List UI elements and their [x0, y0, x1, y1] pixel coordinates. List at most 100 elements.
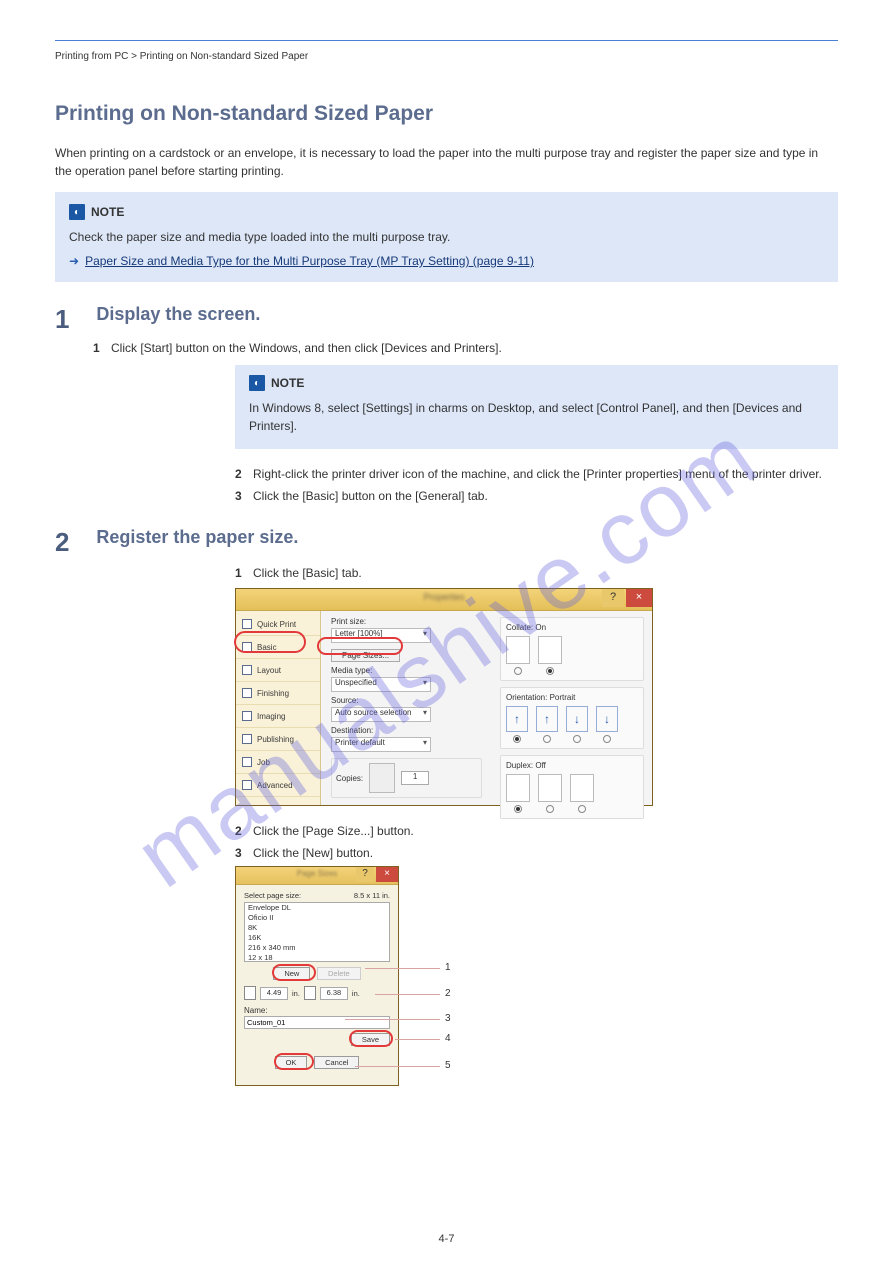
note-icon: ◐	[249, 375, 265, 391]
height-icon	[304, 986, 316, 1000]
copies-preview-icon	[369, 763, 395, 793]
height-input[interactable]: 6.38	[320, 987, 348, 1000]
destination-label: Destination:	[331, 726, 482, 735]
step2-item3: Click the [New] button.	[253, 846, 373, 860]
page-number: 4-7	[0, 1233, 893, 1245]
step2-item2: Click the [Page Size...] button.	[253, 824, 414, 838]
page-sizes-dialog: Page Sizes ? × Select page size: 8.5 x 1…	[235, 866, 399, 1086]
help-button[interactable]: ?	[602, 589, 624, 607]
width-input[interactable]: 4.49	[260, 987, 288, 1000]
copies-input[interactable]: 1	[401, 771, 429, 785]
advanced-icon	[242, 780, 252, 790]
imaging-icon	[242, 711, 252, 721]
callout-4: 4	[445, 1033, 451, 1044]
page-sizes-button[interactable]: Page Sizes...	[331, 649, 400, 662]
sidebar-item-basic[interactable]: Basic	[236, 636, 320, 659]
intro-text: When printing on a cardstock or an envel…	[55, 144, 838, 180]
list-item[interactable]: 16K	[245, 933, 389, 943]
orientation-label: Orientation: Portrait	[506, 693, 638, 702]
inner-note-text: In Windows 8, select [Settings] in charm…	[249, 399, 824, 435]
page-size-list[interactable]: Envelope DL Oficio II 8K 16K 216 x 340 m…	[244, 902, 390, 962]
callout-1: 1	[445, 962, 451, 973]
sidebar-item-quickprint[interactable]: Quick Print	[236, 613, 320, 636]
save-button[interactable]: Save	[351, 1033, 390, 1046]
select-page-size-dims: 8.5 x 11 in.	[354, 891, 390, 900]
list-item[interactable]: Envelope DL	[245, 903, 389, 913]
orientation-portrait-icon[interactable]: ↑	[506, 706, 528, 732]
duplex-label: Duplex: Off	[506, 761, 638, 770]
callout-2: 2	[445, 988, 451, 999]
width-unit: in.	[292, 989, 300, 998]
duplex-off-icon[interactable]	[506, 774, 530, 802]
collate-icon-off[interactable]	[506, 636, 530, 664]
media-type-label: Media type:	[331, 666, 482, 675]
orientation-rot2-icon[interactable]: ↓	[596, 706, 618, 732]
step2-number: 2	[55, 527, 93, 558]
duplex-short-icon[interactable]	[570, 774, 594, 802]
arrow-icon: ➜	[69, 254, 79, 268]
ok-button[interactable]: OK	[275, 1056, 308, 1069]
job-icon	[242, 757, 252, 767]
duplex-long-icon[interactable]	[538, 774, 562, 802]
header-left: Printing from PC > Printing on Non-stand…	[55, 51, 308, 62]
dialog2-titlebar[interactable]: Page Sizes ? ×	[236, 867, 398, 885]
list-item[interactable]: 8K	[245, 923, 389, 933]
sidebar-item-finishing[interactable]: Finishing	[236, 682, 320, 705]
callout-lead-5	[355, 1066, 440, 1067]
note-bullet: Check the paper size and media type load…	[69, 228, 824, 246]
section-title: Printing on Non-standard Sized Paper	[55, 102, 838, 126]
step1-number: 1	[55, 304, 93, 335]
callout-lead-3	[345, 1019, 440, 1020]
step2-title: Register the paper size.	[96, 527, 298, 548]
step1-item1: Click [Start] button on the Windows, and…	[111, 341, 502, 355]
new-button[interactable]: New	[273, 967, 310, 980]
help-button[interactable]: ?	[356, 867, 374, 882]
media-type-select[interactable]: Unspecified	[331, 677, 431, 692]
step1-item3: Click the [Basic] button on the [General…	[253, 489, 488, 503]
delete-button[interactable]: Delete	[317, 967, 361, 980]
note-icon: ◐	[69, 204, 85, 220]
step1-item2: Right-click the printer driver icon of t…	[253, 467, 822, 481]
quickprint-icon	[242, 619, 252, 629]
sidebar-item-imaging[interactable]: Imaging	[236, 705, 320, 728]
select-page-size-label: Select page size:	[244, 891, 301, 900]
orientation-rot1-icon[interactable]: ↓	[566, 706, 588, 732]
sidebar-item-job[interactable]: Job	[236, 751, 320, 774]
print-size-label: Print size:	[331, 617, 482, 626]
list-item[interactable]: 216 x 340 mm	[245, 943, 389, 953]
list-item[interactable]: Oficio II	[245, 913, 389, 923]
close-button[interactable]: ×	[626, 589, 652, 607]
step1-item3-num: 3	[235, 489, 253, 503]
list-item[interactable]: 12 x 18	[245, 953, 389, 962]
note-title: NOTE	[91, 205, 124, 219]
print-size-select[interactable]: Letter [100%]	[331, 628, 431, 643]
sidebar-item-publishing[interactable]: Publishing	[236, 728, 320, 751]
publishing-icon	[242, 734, 252, 744]
close-button[interactable]: ×	[376, 867, 398, 882]
layout-icon	[242, 665, 252, 675]
source-label: Source:	[331, 696, 482, 705]
print-properties-dialog: Properties ? × Quick Print Basic Layout …	[235, 588, 653, 806]
callout-lead-4	[395, 1039, 440, 1040]
dialog-title: Properties	[423, 592, 464, 602]
source-select[interactable]: Auto source selection	[331, 707, 431, 722]
copies-label: Copies:	[336, 774, 363, 783]
step2-item2-num: 2	[235, 824, 253, 838]
callout-5: 5	[445, 1060, 451, 1071]
collate-icon-on[interactable]	[538, 636, 562, 664]
cancel-button[interactable]: Cancel	[314, 1056, 359, 1069]
sidebar-item-advanced[interactable]: Advanced	[236, 774, 320, 797]
note-link[interactable]: Paper Size and Media Type for the Multi …	[85, 254, 534, 268]
collate-label: Collate: On	[506, 623, 638, 632]
sidebar-item-layout[interactable]: Layout	[236, 659, 320, 682]
step1-item1-num: 1	[93, 341, 111, 355]
dialog-titlebar[interactable]: Properties ? ×	[236, 589, 652, 611]
note-box: ◐ NOTE Check the paper size and media ty…	[55, 192, 838, 282]
step2-item1-num: 1	[235, 566, 253, 580]
name-input[interactable]	[244, 1016, 390, 1029]
orientation-landscape-icon[interactable]: ↑	[536, 706, 558, 732]
callout-lead-2	[375, 994, 440, 995]
step2-item3-num: 3	[235, 846, 253, 860]
destination-select[interactable]: Printer default	[331, 737, 431, 752]
step2-item1: Click the [Basic] tab.	[253, 566, 362, 580]
